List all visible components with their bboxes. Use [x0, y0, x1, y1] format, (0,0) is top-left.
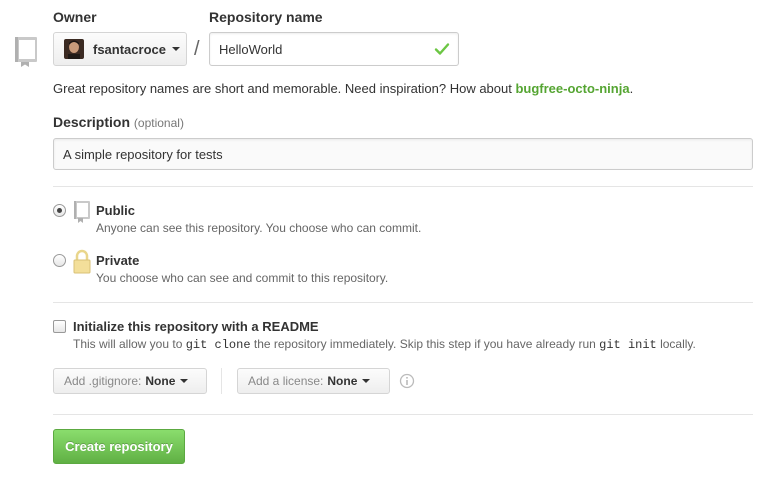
description-input[interactable]: A simple repository for tests: [53, 138, 753, 170]
license-label: Add a license:: [248, 374, 324, 388]
private-description: You choose who can see and commit to thi…: [96, 271, 389, 285]
owner-label: Owner: [53, 9, 97, 25]
readme-checkbox[interactable]: [53, 320, 66, 333]
repository-name-hint: Great repository names are short and mem…: [53, 81, 633, 96]
public-title: Public: [96, 203, 136, 218]
gitignore-label: Add .gitignore:: [64, 374, 142, 388]
readme-code: git init: [599, 338, 657, 352]
repository-name-input[interactable]: HelloWorld: [209, 32, 459, 66]
license-value: None: [327, 374, 358, 388]
public-radio[interactable]: [53, 204, 66, 217]
license-select[interactable]: Add a license: None: [237, 368, 390, 394]
readme-title: Initialize this repository with a README: [73, 319, 319, 334]
repo-icon: [15, 37, 37, 67]
create-repository-button[interactable]: Create repository: [53, 429, 185, 464]
readme-code: git clone: [185, 338, 251, 352]
description-label: Description (optional): [53, 114, 184, 130]
gitignore-select[interactable]: Add .gitignore: None: [53, 368, 207, 394]
readme-desc-part: the repository immediately. Skip this st…: [250, 337, 600, 351]
chevron-down-icon: [171, 47, 180, 51]
name-suggestion-link[interactable]: bugfree-octo-ninja: [515, 81, 629, 96]
hint-text: Great repository names are short and mem…: [53, 81, 516, 96]
divider: [53, 302, 753, 303]
readme-description: This will allow you to git clone the rep…: [73, 337, 696, 352]
divider: [53, 186, 753, 187]
owner-name: fsantacroce: [93, 41, 166, 57]
chevron-down-icon: [362, 379, 371, 383]
public-description: Anyone can see this repository. You choo…: [96, 221, 422, 235]
description-optional: (optional): [133, 116, 184, 130]
repository-name-label: Repository name: [209, 9, 323, 25]
info-icon[interactable]: [399, 373, 415, 389]
owner-repo-separator: /: [194, 38, 200, 60]
chevron-down-icon: [180, 379, 189, 383]
hint-end: .: [629, 81, 634, 96]
gitignore-value: None: [145, 374, 176, 388]
description-label-text: Description: [53, 114, 131, 130]
private-title: Private: [96, 253, 140, 268]
description-value: A simple repository for tests: [63, 146, 223, 162]
avatar: [64, 39, 84, 59]
public-repo-icon: [74, 201, 90, 223]
repository-name-value: HelloWorld: [219, 41, 283, 57]
private-radio[interactable]: [53, 254, 66, 267]
readme-desc-part: This will allow you to: [73, 337, 186, 351]
vertical-divider: [221, 368, 222, 394]
readme-desc-part: locally.: [656, 337, 696, 351]
divider: [53, 414, 753, 415]
lock-icon: [73, 249, 91, 274]
owner-select-button[interactable]: fsantacroce: [53, 32, 187, 66]
check-icon: [434, 43, 450, 55]
